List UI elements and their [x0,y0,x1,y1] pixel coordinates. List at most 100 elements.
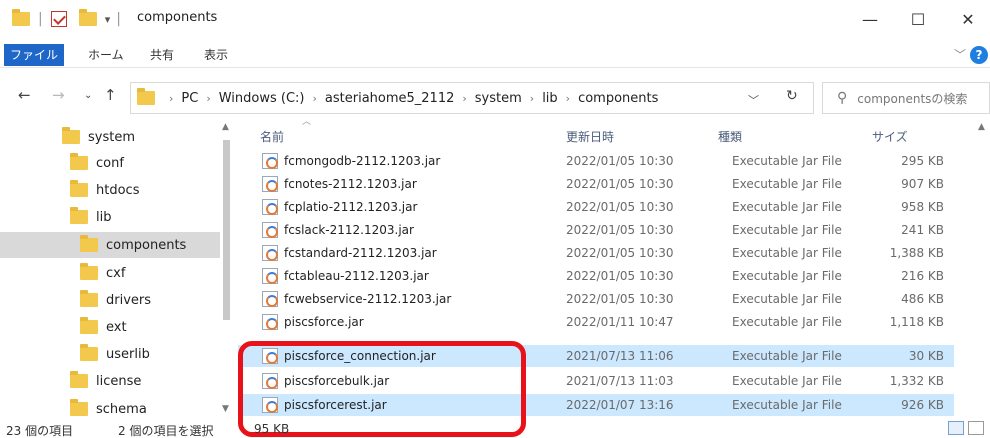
folder-icon [62,127,80,144]
file-name: fctableau-2112.1203.jar [284,269,429,283]
file-row[interactable]: fcslack-2112.1203.jar 2022/01/05 10:30 E… [238,219,954,241]
tab-view[interactable]: 表示 [204,44,228,66]
refresh-icon[interactable]: ↻ [786,88,798,104]
chevron-right-icon[interactable]: › [566,92,570,105]
column-header-name[interactable]: 名前 [260,128,284,145]
new-folder-icon[interactable] [78,9,97,26]
file-size: 30 KB [908,349,944,363]
forward-button[interactable]: → [52,86,65,104]
details-view-icon[interactable] [948,421,964,435]
nav-item-drivers[interactable]: drivers [0,287,220,313]
folder-icon [80,344,98,361]
file-row-selected[interactable]: piscsforce_connection.jar 2021/07/13 11:… [238,345,954,367]
chevron-right-icon[interactable]: › [313,92,317,105]
minimize-button[interactable]: — [850,8,890,30]
nav-item-schema[interactable]: schema [0,396,220,416]
file-size: 1,388 KB [889,246,944,260]
jar-file-icon [262,373,278,389]
nav-scrollbar[interactable]: ▲ ▼ [220,120,232,416]
file-row[interactable]: fcwebservice-2112.1203.jar 2022/01/05 10… [238,288,954,310]
column-header-type[interactable]: 種類 [718,128,742,145]
folder-icon [70,180,88,197]
file-type: Executable Jar File [732,154,842,168]
file-date: 2021/07/13 11:03 [566,374,674,388]
file-row-selected[interactable]: piscsforcerest.jar 2022/01/07 13:16 Exec… [238,394,954,416]
tab-home[interactable]: ホーム [88,44,124,66]
file-name: piscsforcerest.jar [284,398,387,412]
file-date: 2022/01/05 10:30 [566,154,674,168]
ribbon-expand-icon[interactable]: ﹀ [954,46,966,63]
scroll-up-icon[interactable]: ▲ [978,122,985,132]
status-item-count: 23 個の項目 [6,424,74,438]
tab-file[interactable]: ファイル [4,44,64,66]
chevron-right-icon[interactable]: › [462,92,466,105]
file-size: 295 KB [901,154,944,168]
up-button[interactable]: ↑ [104,86,117,104]
jar-file-icon [262,314,278,330]
jar-file-icon [262,153,278,169]
breadcrumb-asteriahome[interactable]: asteriahome5_2112 [325,91,454,106]
column-header-date[interactable]: 更新日時 [566,128,614,145]
file-name: piscsforce.jar [284,315,364,329]
separator: | [116,11,121,27]
file-type: Executable Jar File [732,292,842,306]
nav-item-lib[interactable]: lib [0,204,220,230]
file-row[interactable]: piscsforce.jar 2022/01/11 10:47 Executab… [238,311,954,333]
nav-item-userlib[interactable]: userlib [0,341,220,367]
chevron-right-icon[interactable]: › [206,92,210,105]
scrollbar-thumb[interactable] [223,140,230,320]
breadcrumb-components[interactable]: components [578,91,658,106]
file-name: piscsforce_connection.jar [284,349,436,363]
customize-dropdown-icon[interactable]: ▾ [105,13,111,26]
nav-item-system[interactable]: system [0,124,220,150]
nav-item-cxf[interactable]: cxf [0,260,220,286]
help-button[interactable]: ? [970,46,988,64]
maximize-button[interactable]: ☐ [898,8,938,30]
file-type: Executable Jar File [732,315,842,329]
file-type: Executable Jar File [732,269,842,283]
file-name: fcmongodb-2112.1203.jar [284,154,441,168]
close-button[interactable]: ✕ [948,8,988,30]
file-row[interactable]: piscsforcebulk.jar 2021/07/13 11:03 Exec… [238,370,954,392]
nav-item-license[interactable]: license [0,368,220,394]
nav-item-conf[interactable]: conf [0,150,220,176]
scroll-up-icon[interactable]: ▲ [222,122,229,132]
file-row[interactable]: fcmongodb-2112.1203.jar 2022/01/05 10:30… [238,150,954,172]
file-row[interactable]: fcstandard-2112.1203.jar 2022/01/05 10:3… [238,242,954,264]
nav-item-label: license [96,373,142,389]
large-icons-view-icon[interactable] [968,421,984,435]
window-title: components [137,10,218,25]
nav-item-label: system [88,129,135,145]
nav-item-htdocs[interactable]: htdocs [0,177,220,203]
folder-icon [70,399,88,416]
properties-icon[interactable] [50,11,67,27]
breadcrumb-system[interactable]: system [475,91,522,106]
file-name: fcslack-2112.1203.jar [284,223,414,237]
address-dropdown-icon[interactable]: ﹀ [748,92,759,108]
recent-locations-icon[interactable]: ⌄ [84,90,92,101]
search-box[interactable]: ⚲ componentsの検索 [822,82,990,114]
list-scrollbar[interactable]: ▲ [976,120,988,416]
file-row[interactable]: fctableau-2112.1203.jar 2022/01/05 10:30… [238,265,954,287]
nav-item-components[interactable]: components [0,232,220,258]
sort-ascending-icon: ︿ [302,117,312,127]
breadcrumb-lib[interactable]: lib [542,91,557,106]
breadcrumb-pc[interactable]: PC [181,91,198,106]
folder-icon [70,371,88,388]
nav-item-ext[interactable]: ext [0,314,220,340]
tab-share[interactable]: 共有 [150,44,174,66]
file-row[interactable]: fcnotes-2112.1203.jar 2022/01/05 10:30 E… [238,173,954,195]
breadcrumb-windows-c[interactable]: Windows (C:) [219,91,305,106]
jar-file-icon [262,222,278,238]
chevron-right-icon[interactable]: › [169,92,173,105]
address-bar[interactable]: › PC › Windows (C:) › asteriahome5_2112 … [130,82,814,114]
file-row[interactable]: fcplatio-2112.1203.jar 2022/01/05 10:30 … [238,196,954,218]
file-date: 2021/07/13 11:06 [566,349,674,363]
back-button[interactable]: ← [18,86,31,104]
status-bar: 23 個の項目 2 個の項目を選択 95 KB [0,420,990,438]
scroll-down-icon[interactable]: ▼ [222,404,229,414]
column-header-size[interactable]: サイズ [872,128,908,145]
file-name: fcplatio-2112.1203.jar [284,200,418,214]
chevron-right-icon[interactable]: › [530,92,534,105]
nav-item-label: drivers [106,292,152,308]
